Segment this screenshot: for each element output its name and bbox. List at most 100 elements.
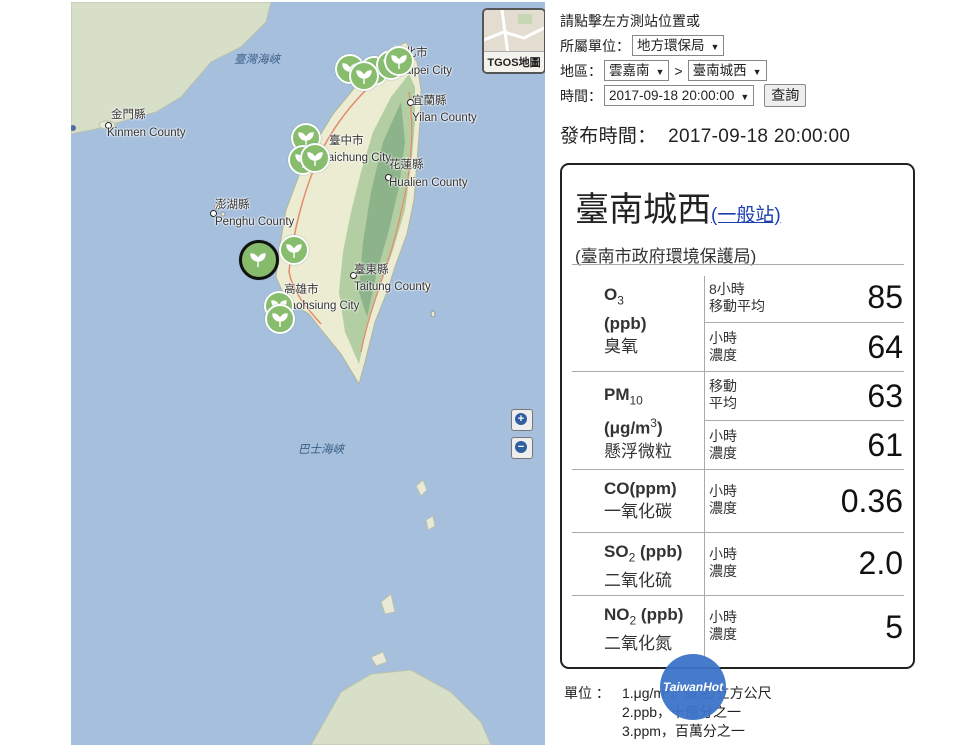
pollutant-so2: SO2 (ppb) 二氧化硫 <box>604 540 682 592</box>
o3-unit: (ppb) <box>604 314 647 334</box>
unit-select-value: 地方環保局 <box>637 38 705 53</box>
map-label-taichung-zh: 臺中市 <box>329 135 364 147</box>
station-marker[interactable] <box>300 143 330 173</box>
divider <box>704 276 705 371</box>
map-label-yilan-zh: 宜蘭縣 <box>412 95 447 107</box>
station-select[interactable]: 臺南城西 ▼ <box>687 60 767 81</box>
dropdown-arrow-icon: ▼ <box>655 67 665 77</box>
co-kind-a: 小時 <box>709 483 737 499</box>
o3-kind-2b: 濃度 <box>709 347 737 363</box>
station-marker[interactable] <box>279 235 309 265</box>
divider <box>572 595 904 596</box>
station-name: 臺南城西 <box>575 191 711 229</box>
so2-name: 二氧化硫 <box>604 571 672 591</box>
so2-kind-a: 小時 <box>709 546 737 562</box>
co-symbol: CO(ppm) <box>604 479 677 498</box>
unit-select[interactable]: 地方環保局 ▼ <box>632 35 725 56</box>
leaf-icon <box>391 55 407 69</box>
o3-hourly-value: 64 <box>867 329 903 365</box>
so2-unit: (ppb) <box>635 542 683 561</box>
map-label-taichung-en: Taichung City <box>322 152 392 164</box>
publish-time: 發布時間： 2017-09-18 20:00:00 <box>560 121 955 147</box>
co-kind-b: 濃度 <box>709 500 737 516</box>
map-thumbnail-icon <box>484 10 544 55</box>
pm10-hourly-value: 61 <box>867 427 903 463</box>
map-label-taiwan-strait: 臺灣海峽 <box>234 54 280 66</box>
region-select[interactable]: 雲嘉南 ▼ <box>604 60 670 81</box>
tgos-map-button[interactable]: TGOS地圖 <box>482 8 545 74</box>
taiwanhot-logo: TaiwanHot <box>660 654 726 720</box>
divider <box>572 469 904 470</box>
station-card: 臺南城西(一般站) (臺南市政府環境保護局) O3 (ppb) 臭氧 8小時 移動… <box>560 163 915 669</box>
tgos-label: TGOS地圖 <box>484 51 544 72</box>
dropdown-arrow-icon: ▼ <box>740 92 750 102</box>
divider <box>704 596 705 658</box>
publish-label: 發布時間： <box>560 126 657 147</box>
map-label-hualien-en: Hualien County <box>389 177 468 189</box>
station-marker-selected[interactable] <box>239 240 279 280</box>
so2-kind: 小時 濃度 <box>709 546 737 580</box>
leaf-icon <box>272 313 288 327</box>
region-select-value: 雲嘉南 <box>609 63 650 78</box>
o3-symbol: O <box>604 285 618 304</box>
map-label-penghu-en: Penghu County <box>215 216 295 228</box>
divider <box>704 533 705 595</box>
zoom-in-button[interactable]: + <box>511 409 533 431</box>
map-label-taitung-en: Taitung County <box>354 281 431 293</box>
time-label: 時間： <box>560 87 602 104</box>
o3-kind-1: 8小時 移動平均 <box>709 281 765 315</box>
divider <box>704 322 904 323</box>
so2-kind-b: 濃度 <box>709 563 737 579</box>
o3-name: 臭氧 <box>604 337 638 357</box>
so2-symbol: SO <box>604 542 629 561</box>
unit-row: 所屬單位： 地方環保局 ▼ <box>560 33 955 58</box>
divider <box>704 470 705 532</box>
pm10-kind-2a: 小時 <box>709 428 737 444</box>
search-button[interactable]: 查詢 <box>764 84 807 107</box>
divider <box>704 372 705 469</box>
time-row: 時間： 2017-09-18 20:00:00 ▼ 查詢 <box>560 83 955 108</box>
map-label-yilan-en: Yilan County <box>412 112 477 124</box>
no2-kind-a: 小時 <box>709 609 737 625</box>
pm10-kind-1a: 移動 <box>709 378 737 394</box>
map[interactable]: 臺灣海峽 金門縣 Kinmen County 臺北市 Taipei City 宜… <box>71 2 545 745</box>
divider <box>572 532 904 533</box>
map-label-hualien-zh: 花蓮縣 <box>389 159 424 171</box>
instruction-row: 請點擊左方測站位置或 <box>560 8 955 33</box>
station-title: 臺南城西(一般站) <box>575 182 781 231</box>
units-note: 單位 ： 1.μg/m³，微克/立方公尺 2.ppb，十億分之一 3.ppm，百… <box>564 684 772 739</box>
pm10-symbol: PM <box>604 385 630 404</box>
o3-subscript: 3 <box>617 293 624 308</box>
pollutant-o3: O3 (ppb) 臭氧 <box>604 283 646 358</box>
pm10-name: 懸浮微粒 <box>604 442 672 462</box>
zoom-in-icon: + <box>515 413 527 425</box>
dropdown-arrow-icon: ▼ <box>710 42 720 52</box>
zoom-out-icon: − <box>515 441 527 453</box>
pm10-unit-close: ) <box>656 419 663 439</box>
pollutant-pm10: PM10 (μg/m3) 懸浮微粒 <box>604 383 672 463</box>
time-select[interactable]: 2017-09-18 20:00:00 ▼ <box>604 85 755 106</box>
pm10-avg-value: 63 <box>867 378 903 414</box>
o3-kind-1a: 8小時 <box>709 281 745 297</box>
leaf-icon <box>307 152 323 166</box>
station-type-link[interactable]: (一般站) <box>711 205 781 226</box>
so2-value: 2.0 <box>858 545 903 581</box>
area-row: 地區： 雲嘉南 ▼ > 臺南城西 ▼ <box>560 58 955 83</box>
station-marker[interactable] <box>384 46 414 76</box>
no2-name: 二氧化氮 <box>604 634 672 654</box>
divider <box>572 264 904 265</box>
zoom-out-button[interactable]: − <box>511 437 533 459</box>
leaf-icon <box>356 70 372 84</box>
map-label-penghu-zh: 澎湖縣 <box>215 199 250 211</box>
co-name: 一氧化碳 <box>604 502 672 521</box>
o3-8hr-value: 85 <box>867 279 903 315</box>
station-marker[interactable] <box>349 61 379 91</box>
pollutant-co: CO(ppm) 一氧化碳 <box>604 477 677 523</box>
publish-time-value: 2017-09-18 20:00:00 <box>668 126 851 147</box>
o3-kind-2a: 小時 <box>709 330 737 346</box>
pm10-unit: (μg/m <box>604 419 651 439</box>
station-marker[interactable] <box>265 304 295 334</box>
pm10-unit-sup: 3 <box>650 416 657 431</box>
map-label-taitung-zh: 臺東縣 <box>354 264 389 276</box>
query-panel: 請點擊左方測站位置或 所屬單位： 地方環保局 ▼ 地區： 雲嘉南 ▼ > 臺南城西 ▼… <box>560 8 955 148</box>
